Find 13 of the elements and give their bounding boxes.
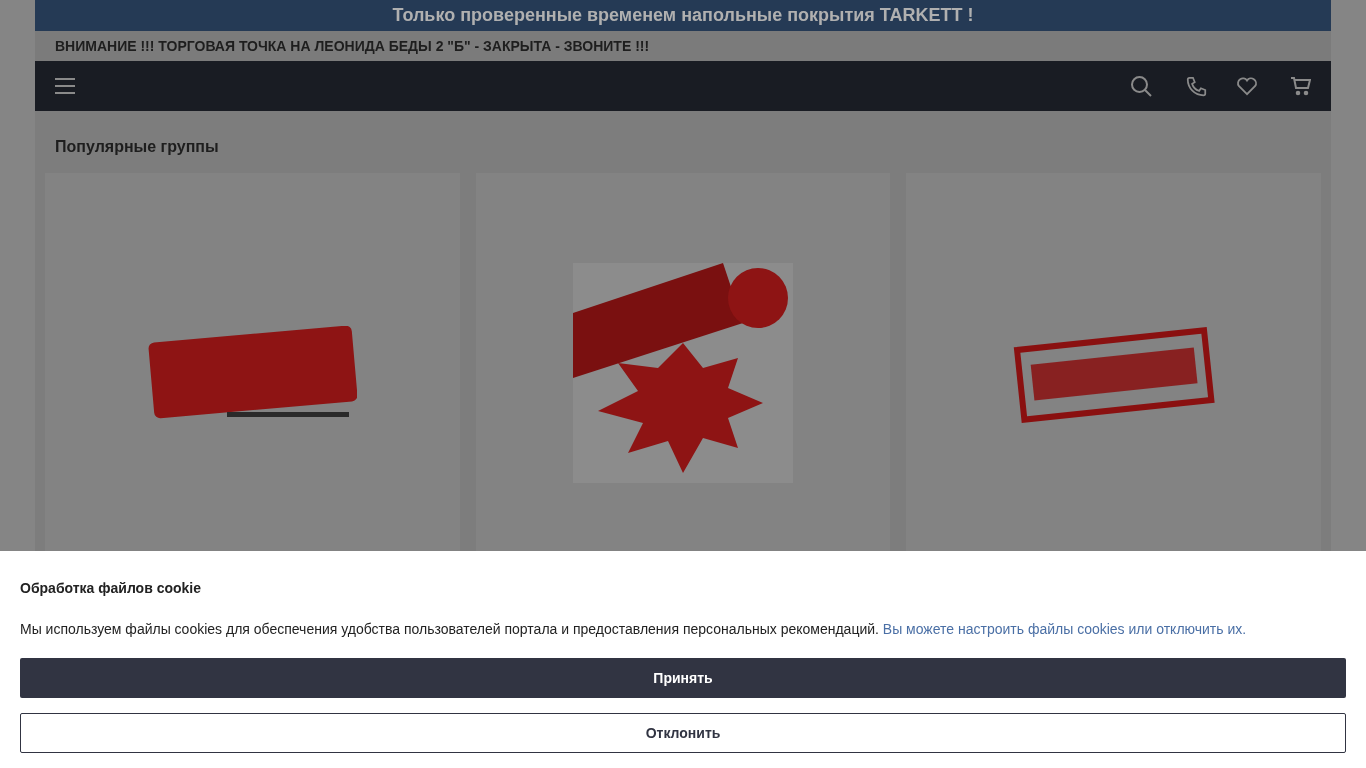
menu-icon[interactable] — [55, 78, 75, 94]
heart-icon[interactable] — [1236, 76, 1258, 96]
cart-icon[interactable] — [1291, 76, 1311, 96]
section-title: Популярные группы — [55, 138, 219, 155]
accept-button[interactable]: Принять — [20, 658, 1346, 698]
cookie-title: Обработка файлов cookie — [20, 580, 201, 596]
cookie-text: Мы используем файлы cookies для обеспечения удобства пользователей портала и предоставления персональных рекомендаций. Вы можете настроить файлы cookies или отключить их. — [20, 620, 1248, 639]
decline-button[interactable]: Отклонить — [20, 713, 1346, 753]
promo-banner: Только проверенные временем напольные покрытия TARKETT ! — [35, 0, 1331, 31]
phone-icon[interactable] — [1186, 75, 1207, 97]
search-icon[interactable] — [1131, 75, 1152, 97]
cookie-settings-link[interactable]: Вы можете настроить файлы cookies или отключить их. — [882, 621, 1247, 637]
notice-text: ВНИМАНИЕ !!! ТОРГОВАЯ ТОЧКА НА ЛЕОНИДА БЕДЫ 2 "Б" - ЗАКРЫТА - ЗВОНИТЕ !!! — [55, 36, 650, 56]
